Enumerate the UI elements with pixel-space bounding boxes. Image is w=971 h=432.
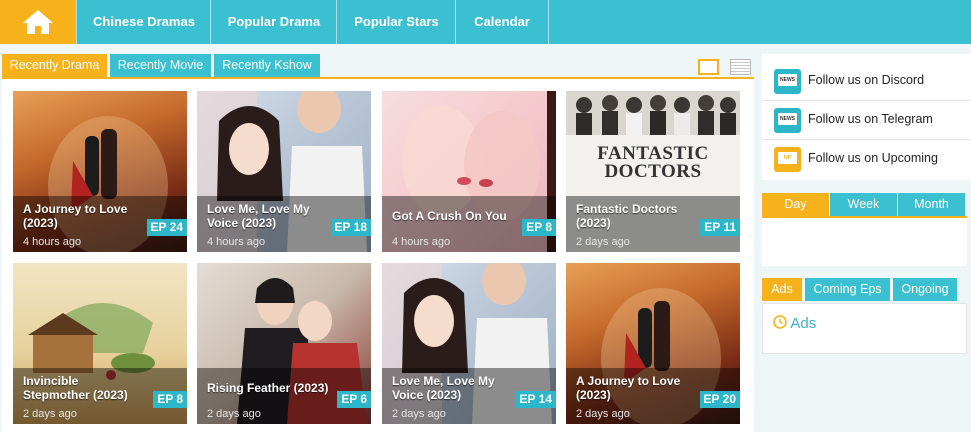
- poster-title-text: FANTASTIC DOCTORS: [597, 143, 709, 182]
- tab-recently-drama[interactable]: Recently Drama: [2, 54, 107, 77]
- nav-chinese-dramas[interactable]: Chinese Dramas: [76, 0, 211, 44]
- card-title: A Journey to Love (2023): [576, 374, 681, 402]
- follow-upcoming-link[interactable]: UP Follow us on Upcoming: [762, 139, 971, 178]
- upcoming-tv-icon: UP: [774, 147, 801, 172]
- nav-popular-stars[interactable]: Popular Stars: [336, 0, 456, 44]
- tab-recently-kshow[interactable]: Recently Kshow: [214, 54, 320, 77]
- drama-card[interactable]: Invincible Stepmother (2023) 2 days ago …: [13, 263, 187, 424]
- discord-news-icon: NEWS: [774, 69, 801, 94]
- grid-view-icon[interactable]: [698, 59, 719, 75]
- card-time: 4 hours ago: [23, 236, 82, 248]
- card-time: 2 days ago: [23, 408, 77, 420]
- card-title: Invincible Stepmother (2023): [23, 374, 128, 402]
- card-time: 2 days ago: [576, 236, 630, 248]
- card-title: Fantastic Doctors (2023): [576, 202, 678, 230]
- card-title: Love Me, Love My Voice (2023): [207, 202, 310, 230]
- home-button[interactable]: [0, 0, 76, 44]
- episode-badge: EP 6: [337, 391, 371, 408]
- ranking-panel: [762, 218, 967, 266]
- follow-telegram-label: Follow us on Telegram: [808, 112, 933, 126]
- ads-link-label: Ads: [790, 315, 817, 332]
- follow-discord-label: Follow us on Discord: [808, 73, 925, 87]
- episode-badge: EP 8: [522, 219, 556, 236]
- tab-coming-eps[interactable]: Coming Eps: [805, 278, 890, 301]
- card-time: 4 hours ago: [207, 236, 266, 248]
- episode-badge: EP 24: [146, 219, 187, 236]
- follow-telegram-link[interactable]: NEWS Follow us on Telegram: [762, 100, 971, 140]
- nav-calendar[interactable]: Calendar: [455, 0, 549, 44]
- card-title: Got A Crush On You: [392, 209, 507, 223]
- card-time: 2 days ago: [207, 408, 261, 420]
- drama-card[interactable]: A Journey to Love (2023) 4 hours ago EP …: [13, 91, 187, 252]
- episode-badge: EP 20: [699, 391, 740, 408]
- episode-badge: EP 14: [515, 391, 556, 408]
- nav-popular-drama[interactable]: Popular Drama: [210, 0, 337, 44]
- drama-card[interactable]: Love Me, Love My Voice (2023) 2 days ago…: [382, 263, 556, 424]
- ads-link[interactable]: Ads: [773, 315, 816, 332]
- card-title: Love Me, Love My Voice (2023): [392, 374, 495, 402]
- card-title: Rising Feather (2023): [207, 381, 329, 395]
- clock-icon: [773, 315, 787, 329]
- home-icon: [23, 10, 53, 34]
- drama-card[interactable]: FANTASTIC DOCTORS Fantastic Doctors (202…: [566, 91, 740, 252]
- episode-badge: EP 18: [330, 219, 371, 236]
- drama-card[interactable]: A Journey to Love (2023) 2 days ago EP 2…: [566, 263, 740, 424]
- follow-us-box: NEWS Follow us on Discord NEWS Follow us…: [762, 54, 971, 180]
- follow-upcoming-label: Follow us on Upcoming: [808, 151, 938, 165]
- episode-badge: EP 8: [153, 391, 187, 408]
- list-view-icon[interactable]: [730, 59, 751, 75]
- telegram-news-icon: NEWS: [774, 108, 801, 133]
- drama-card[interactable]: Love Me, Love My Voice (2023) 4 hours ag…: [197, 91, 371, 252]
- tab-ads[interactable]: Ads: [762, 278, 802, 301]
- drama-card[interactable]: Rising Feather (2023) 2 days ago EP 6: [197, 263, 371, 424]
- tab-week[interactable]: Week: [830, 193, 897, 216]
- card-time: 2 days ago: [392, 408, 446, 420]
- tab-month[interactable]: Month: [898, 193, 965, 216]
- tab-recently-movie[interactable]: Recently Movie: [110, 54, 211, 77]
- tab-day[interactable]: Day: [762, 193, 829, 216]
- follow-discord-link[interactable]: NEWS Follow us on Discord: [762, 61, 971, 101]
- ads-panel: Ads: [762, 303, 967, 354]
- episode-badge: EP 11: [700, 219, 740, 236]
- card-title: A Journey to Love (2023): [23, 202, 128, 230]
- card-time: 4 hours ago: [392, 236, 451, 248]
- drama-card[interactable]: Got A Crush On You 4 hours ago EP 8: [382, 91, 556, 252]
- top-navigation-bar: Chinese Dramas Popular Drama Popular Sta…: [0, 0, 971, 44]
- card-time: 2 days ago: [576, 408, 630, 420]
- tab-ongoing[interactable]: Ongoing: [893, 278, 957, 301]
